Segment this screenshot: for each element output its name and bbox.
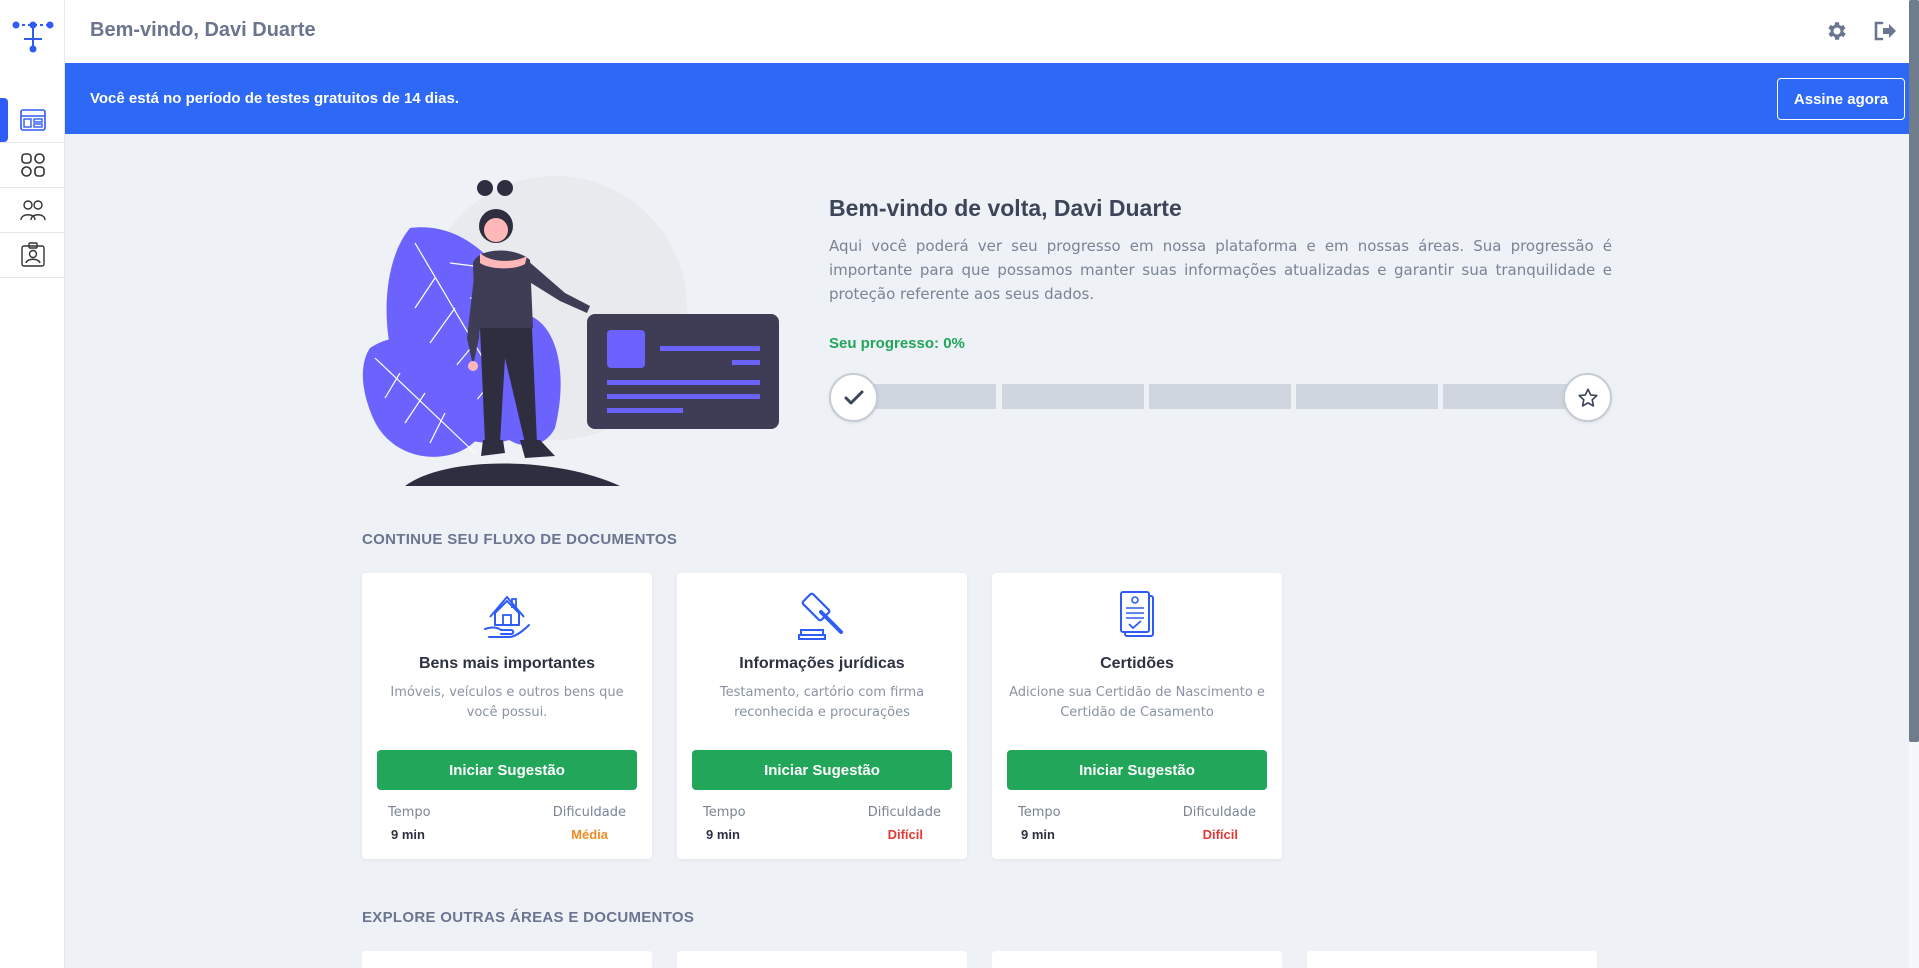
progress-start-marker — [829, 373, 878, 422]
card-description: Imóveis, veículos e outros bens que você… — [390, 685, 624, 720]
time-label: Tempo — [703, 805, 746, 820]
card-bens: Bens mais importantes Imóveis, veículos … — [362, 573, 652, 859]
gear-icon[interactable] — [1823, 17, 1851, 45]
people-icon — [19, 200, 46, 221]
gavel-icon — [792, 585, 852, 645]
hero-title: Bem-vindo de volta, Davi Duarte — [829, 195, 1182, 221]
network-logo-icon[interactable] — [0, 12, 65, 58]
card-description: Adicione sua Certidão de Nascimento e Ce… — [1009, 685, 1265, 720]
progress-label: Seu progresso: 0% — [829, 335, 965, 352]
start-suggestion-button[interactable]: Iniciar Sugestão — [692, 750, 952, 790]
top-bar: Bem-vindo, Davi Duarte — [65, 0, 1919, 63]
trial-banner-text: Você está no período de testes gratuitos… — [90, 90, 459, 107]
difficulty-label: Dificuldade — [1182, 805, 1256, 820]
difficulty-value: Difícil — [1202, 827, 1238, 842]
page-title: Bem-vindo, Davi Duarte — [90, 19, 316, 41]
card-title: Bens mais importantes — [418, 655, 596, 672]
progress-segment — [1296, 384, 1438, 409]
time-label: Tempo — [388, 805, 431, 820]
logout-icon[interactable] — [1871, 17, 1899, 45]
sidebar — [0, 0, 65, 968]
explore-card[interactable] — [992, 951, 1282, 968]
section-title-continue: CONTINUE SEU FLUXO DE DOCUMENTOS — [362, 531, 678, 548]
certificate-icon — [1107, 585, 1167, 645]
difficulty-value: Média — [571, 827, 608, 842]
start-suggestion-button[interactable]: Iniciar Sugestão — [377, 750, 637, 790]
time-value: 9 min — [706, 827, 740, 842]
start-suggestion-button[interactable]: Iniciar Sugestão — [1007, 750, 1267, 790]
difficulty-value: Difícil — [887, 827, 923, 842]
grid-icon — [20, 153, 45, 177]
scrollbar-thumb[interactable] — [1909, 0, 1919, 742]
id-card-icon — [20, 242, 45, 267]
sidebar-item-people[interactable] — [0, 188, 65, 233]
dashboard-icon — [19, 109, 46, 131]
welcome-illustration — [355, 168, 785, 486]
hero-description: Aqui você poderá ver seu progresso em no… — [829, 237, 1612, 303]
scrollbar[interactable] — [1909, 0, 1919, 968]
check-icon — [844, 390, 863, 404]
progress-end-marker — [1563, 373, 1612, 422]
card-title: Informações jurídicas — [739, 655, 905, 672]
explore-card[interactable] — [677, 951, 967, 968]
card-title: Certidões — [1100, 655, 1174, 672]
explore-card[interactable] — [362, 951, 652, 968]
card-description: Testamento, cartório com firma reconheci… — [719, 685, 925, 720]
sidebar-item-areas[interactable] — [0, 143, 65, 188]
progress-segment — [1149, 384, 1291, 409]
sidebar-nav — [0, 98, 65, 278]
progress-segment — [1002, 384, 1144, 409]
star-icon — [1577, 387, 1598, 407]
difficulty-label: Dificuldade — [552, 805, 626, 820]
sidebar-item-dashboard[interactable] — [0, 98, 65, 143]
sidebar-item-profile[interactable] — [0, 233, 65, 278]
card-juridicas: Informações jurídicas Testamento, cartór… — [677, 573, 967, 859]
difficulty-label: Dificuldade — [867, 805, 941, 820]
house-hand-icon — [477, 585, 537, 645]
time-value: 9 min — [391, 827, 425, 842]
explore-card[interactable] — [1307, 951, 1597, 968]
card-certidoes: Certidões Adicione sua Certidão de Nasci… — [992, 573, 1282, 859]
section-title-explore: EXPLORE OUTRAS ÁREAS E DOCUMENTOS — [362, 909, 695, 926]
subscribe-button[interactable]: Assine agora — [1777, 78, 1905, 120]
progress-bar — [829, 373, 1612, 422]
trial-banner: Você está no período de testes gratuitos… — [65, 63, 1909, 134]
time-label: Tempo — [1018, 805, 1061, 820]
time-value: 9 min — [1021, 827, 1055, 842]
